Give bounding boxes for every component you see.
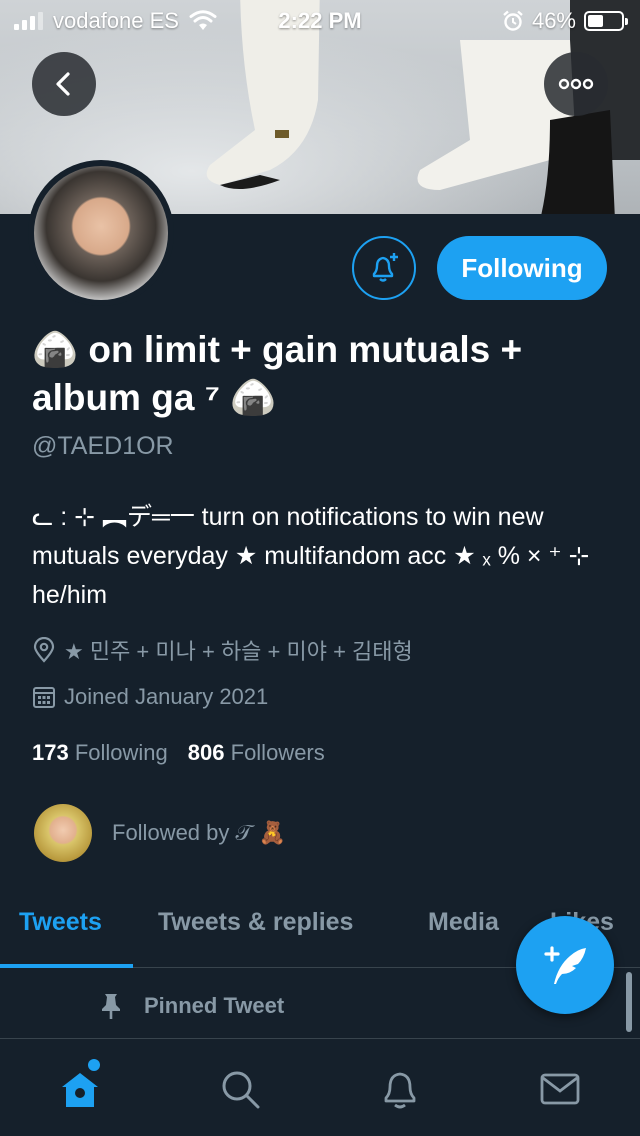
back-button[interactable] bbox=[32, 52, 96, 116]
mail-icon bbox=[540, 1073, 580, 1105]
chevron-left-icon bbox=[56, 72, 70, 96]
following-stat[interactable]: 173 Following bbox=[32, 740, 168, 766]
profile-avatar[interactable] bbox=[28, 160, 174, 306]
battery-fill bbox=[588, 15, 603, 27]
profile-bio: ᓚ : ⊹ ︻デ═一 turn on notifications to win … bbox=[32, 503, 590, 609]
alarm-icon bbox=[503, 10, 523, 31]
scrollbar[interactable] bbox=[626, 972, 632, 1032]
search-icon bbox=[222, 1071, 260, 1109]
location-text: ★ 민주 + 미나 + 하슬 + 미야 + 김태형 bbox=[64, 639, 413, 664]
more-options-button[interactable] bbox=[544, 52, 608, 116]
profile-joined: Joined January 2021 bbox=[32, 684, 268, 710]
battery-percent: 46% bbox=[531, 8, 576, 33]
bell-plus-icon bbox=[372, 253, 398, 282]
location-pin-icon bbox=[33, 637, 55, 663]
followers-stat[interactable]: 806 Followers bbox=[188, 740, 325, 766]
pinned-tweet-header: Pinned Tweet bbox=[98, 992, 284, 1020]
compose-feather-icon bbox=[544, 946, 586, 984]
joined-text: Joined January 2021 bbox=[64, 684, 269, 709]
profile-location: ★ 민주 + 미나 + 하슬 + 미야 + 김태형 bbox=[32, 634, 413, 666]
nav-notifications[interactable] bbox=[376, 1065, 424, 1113]
profile-handle: @TAED1OR bbox=[32, 432, 174, 460]
home-notification-dot bbox=[88, 1059, 100, 1071]
following-button[interactable]: Following bbox=[437, 236, 607, 300]
avatar-image bbox=[34, 166, 168, 300]
bell-icon bbox=[384, 1072, 416, 1109]
follow-stats: 173 Following 806 Followers bbox=[32, 740, 325, 766]
pin-icon bbox=[102, 994, 120, 1019]
home-icon bbox=[62, 1073, 98, 1107]
notifications-toggle-button[interactable] bbox=[352, 236, 416, 300]
tab-tweets[interactable]: Tweets bbox=[19, 908, 102, 937]
pinned-label: Pinned Tweet bbox=[144, 993, 285, 1018]
nav-home[interactable] bbox=[56, 1065, 104, 1113]
compose-tweet-button[interactable] bbox=[516, 916, 614, 1014]
bottom-navigation bbox=[0, 1038, 640, 1136]
status-right: 46% bbox=[502, 8, 628, 34]
active-tab-indicator bbox=[0, 964, 133, 968]
following-count: 173 bbox=[32, 740, 69, 765]
nav-messages[interactable] bbox=[536, 1065, 584, 1113]
followers-count: 806 bbox=[187, 740, 225, 765]
more-horizontal-icon bbox=[558, 78, 594, 90]
followed-by[interactable]: Followed by 𝒯 🧸 bbox=[34, 804, 286, 862]
followers-label: Followers bbox=[230, 740, 325, 765]
battery-icon bbox=[584, 11, 628, 31]
status-bar: vodafone ES 2:22 PM 46% bbox=[0, 0, 640, 40]
nav-search[interactable] bbox=[216, 1065, 264, 1113]
display-name: 🍙 on limit + gain mutuals + album ga ⁷ 🍙 bbox=[32, 329, 523, 418]
tab-media[interactable]: Media bbox=[428, 908, 499, 937]
tab-tweets-replies[interactable]: Tweets & replies bbox=[158, 908, 353, 937]
following-label: Following bbox=[74, 740, 168, 765]
followed-by-text: Followed by 𝒯 🧸 bbox=[112, 820, 286, 845]
calendar-icon bbox=[33, 687, 55, 708]
followed-by-avatar bbox=[34, 804, 92, 862]
